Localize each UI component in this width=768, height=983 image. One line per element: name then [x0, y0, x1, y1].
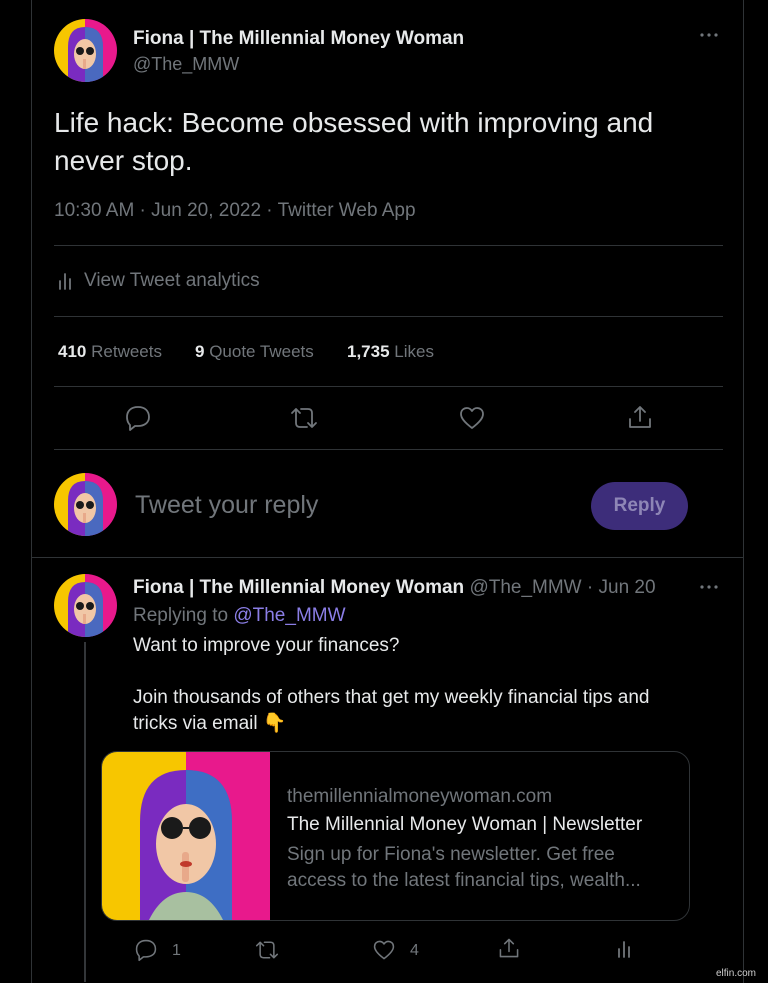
watermark: elfin.com	[716, 968, 757, 979]
replying-to: Replying to @The_MMW	[133, 605, 346, 627]
avatar[interactable]	[54, 19, 117, 82]
likes-stat[interactable]: 1,735 Likes	[347, 342, 434, 362]
reply-text-line: tricks via email 👇	[133, 713, 287, 734]
card-desc-line: access to the latest financial tips, wea…	[287, 870, 641, 891]
retweets-stat[interactable]: 410 Retweets	[58, 342, 162, 362]
quotes-count: 9	[195, 342, 205, 361]
thread-line	[84, 642, 86, 982]
author-name[interactable]: Fiona | The Millennial Money Woman	[133, 577, 464, 598]
retweet-icon[interactable]	[289, 404, 319, 432]
view-analytics-link[interactable]: View Tweet analytics	[84, 270, 260, 292]
more-icon[interactable]	[698, 580, 720, 594]
author-name[interactable]: Fiona | The Millennial Money Woman	[133, 28, 464, 50]
quotes-label: Quote Tweets	[209, 342, 314, 361]
retweet-icon[interactable]	[254, 938, 280, 962]
tweet-text-line: Life hack: Become obsessed with improvin…	[54, 107, 654, 138]
tweet-text-line: never stop.	[54, 145, 193, 176]
retweets-count: 410	[58, 342, 87, 361]
divider	[54, 245, 723, 246]
card-desc-line: Sign up for Fiona's newsletter. Get free	[287, 844, 615, 865]
tweet-meta[interactable]: 10:30 AM · Jun 20, 2022 · Twitter Web Ap…	[54, 200, 416, 222]
share-icon[interactable]	[497, 936, 521, 960]
divider	[54, 316, 723, 317]
divider	[54, 386, 723, 387]
card-description: Sign up for Fiona's newsletter. Get free…	[287, 842, 641, 894]
reply-icon[interactable]	[124, 404, 152, 432]
share-icon[interactable]	[626, 403, 654, 431]
like-icon[interactable]	[372, 938, 396, 962]
link-preview-card[interactable]: themillennialmoneywoman.com The Millenni…	[101, 751, 690, 921]
like-icon[interactable]	[458, 404, 486, 432]
more-icon[interactable]	[698, 28, 720, 42]
reply-count: 1	[172, 942, 181, 959]
divider	[32, 557, 744, 558]
reply-text-line: Want to improve your finances?	[133, 635, 400, 656]
author-handle[interactable]: @The_MMW	[133, 54, 239, 75]
handle-date[interactable]: @The_MMW · Jun 20	[469, 577, 655, 598]
analytics-icon[interactable]	[57, 271, 75, 291]
avatar[interactable]	[54, 574, 117, 637]
reply-text-line: Join thousands of others that get my wee…	[133, 687, 650, 708]
divider	[54, 449, 723, 450]
reply-icon[interactable]	[134, 938, 158, 962]
card-image	[102, 752, 270, 920]
card-domain: themillennialmoneywoman.com	[287, 786, 553, 807]
replying-handle-link[interactable]: @The_MMW	[233, 605, 345, 626]
analytics-icon[interactable]	[616, 938, 634, 960]
tweet-text: Life hack: Become obsessed with improvin…	[54, 104, 653, 180]
like-count: 4	[410, 942, 419, 959]
reply-text: Want to improve your finances? Join thou…	[133, 633, 649, 737]
reply-header: Fiona | The Millennial Money Woman @The_…	[133, 577, 656, 599]
card-title: The Millennial Money Woman | Newsletter	[287, 814, 643, 835]
avatar[interactable]	[54, 473, 117, 536]
replying-prefix: Replying to	[133, 605, 234, 626]
quote-tweets-stat[interactable]: 9 Quote Tweets	[195, 342, 314, 362]
reply-button[interactable]: Reply	[591, 482, 688, 530]
likes-count: 1,735	[347, 342, 390, 361]
retweets-label: Retweets	[91, 342, 162, 361]
likes-label: Likes	[394, 342, 434, 361]
reply-input[interactable]: Tweet your reply	[135, 491, 318, 520]
